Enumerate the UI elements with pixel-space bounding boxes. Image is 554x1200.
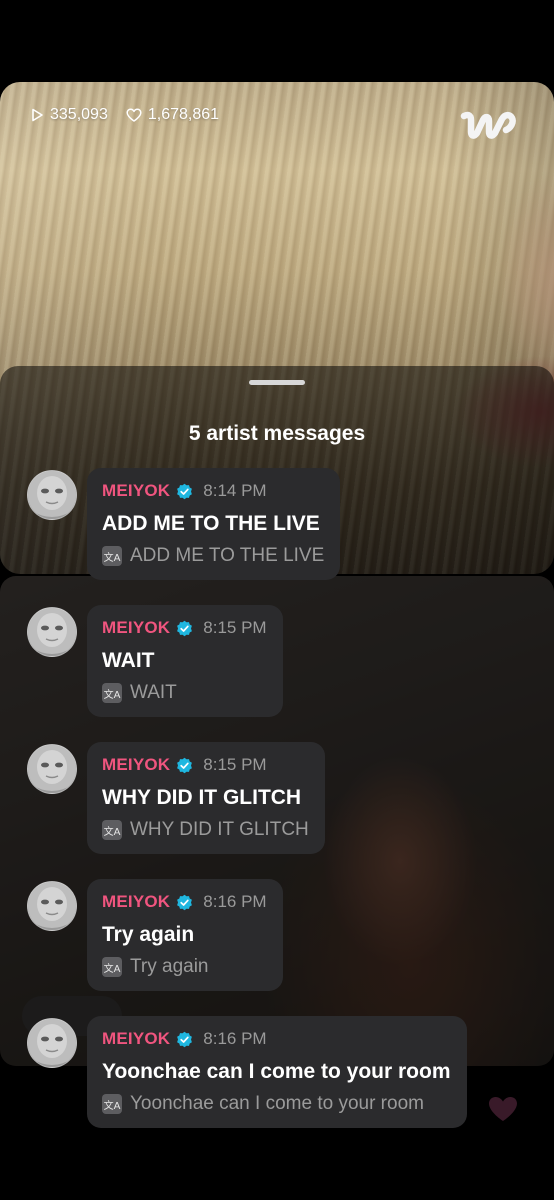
verified-badge-icon [177, 757, 193, 773]
message-text: Try again [102, 923, 195, 946]
likes-stat: 1,678,861 [126, 106, 219, 124]
translation-row[interactable]: 文A Try again [102, 955, 267, 979]
play-icon [32, 108, 43, 122]
avatar[interactable] [27, 881, 77, 931]
message-time: 8:15 PM [203, 618, 267, 637]
message-bubble[interactable]: MEIYOK 8:16 PM Try again 文A Try again [87, 879, 283, 991]
sheet-drag-handle[interactable] [249, 380, 305, 385]
translation-row[interactable]: 文A Yoonchae can I come to your room [102, 1092, 451, 1116]
translation-text: Yoonchae can I come to your room [130, 1093, 424, 1114]
views-count: 335,093 [50, 106, 108, 123]
verified-badge-icon [177, 620, 193, 636]
translate-icon: 文A [102, 546, 122, 566]
translation-row[interactable]: 文A WHY DID IT GLITCH [102, 818, 309, 842]
message-bubble[interactable]: MEIYOK 8:15 PM WHY DID IT GLITCH 文A WHY … [87, 742, 325, 854]
message-time: 8:16 PM [203, 892, 267, 911]
message-time: 8:14 PM [203, 481, 267, 500]
verified-badge-icon [177, 894, 193, 910]
translation-row[interactable]: 文A WAIT [102, 681, 267, 705]
sheet-title: 5 artist messages [188, 422, 366, 445]
message-bubble[interactable]: MEIYOK 8:14 PM ADD ME TO THE LIVE 文A ADD… [87, 468, 341, 580]
likes-count: 1,678,861 [147, 106, 220, 123]
message-time: 8:16 PM [203, 1029, 267, 1048]
translation-row[interactable]: 文A ADD ME TO THE LIVE [102, 544, 324, 568]
message-bubble[interactable]: MEIYOK 8:16 PM Yoonchae can I come to yo… [87, 1016, 467, 1128]
author-name: MEIYOK [102, 618, 171, 637]
author-name: MEIYOK [102, 1029, 171, 1048]
live-stats: 335,093 1,678,861 [30, 106, 231, 124]
avatar[interactable] [27, 607, 77, 657]
translation-text: WHY DID IT GLITCH [130, 819, 309, 840]
message-text: WAIT [102, 649, 155, 672]
author-name: MEIYOK [102, 755, 171, 774]
avatar[interactable] [27, 1018, 77, 1068]
message-time: 8:15 PM [203, 755, 267, 774]
avatar[interactable] [27, 744, 77, 794]
heart-icon [126, 108, 142, 122]
translation-text: ADD ME TO THE LIVE [130, 545, 325, 566]
translate-icon: 文A [102, 683, 122, 703]
weverse-logo-icon [460, 106, 522, 151]
translation-text: WAIT [130, 682, 177, 703]
translate-icon: 文A [102, 820, 122, 840]
author-name: MEIYOK [102, 481, 171, 500]
message-text: WHY DID IT GLITCH [102, 786, 302, 809]
translate-icon: 文A [102, 957, 122, 977]
verified-badge-icon [177, 483, 193, 499]
message-bubble[interactable]: MEIYOK 8:15 PM WAIT 文A WAIT [87, 605, 283, 717]
translate-icon: 文A [102, 1094, 122, 1114]
message-text: Yoonchae can I come to your room [102, 1060, 451, 1083]
message-text: ADD ME TO THE LIVE [102, 512, 320, 535]
author-name: MEIYOK [102, 892, 171, 911]
translation-text: Try again [130, 956, 209, 977]
avatar[interactable] [27, 470, 77, 520]
verified-badge-icon [177, 1031, 193, 1047]
views-stat: 335,093 [30, 106, 108, 124]
